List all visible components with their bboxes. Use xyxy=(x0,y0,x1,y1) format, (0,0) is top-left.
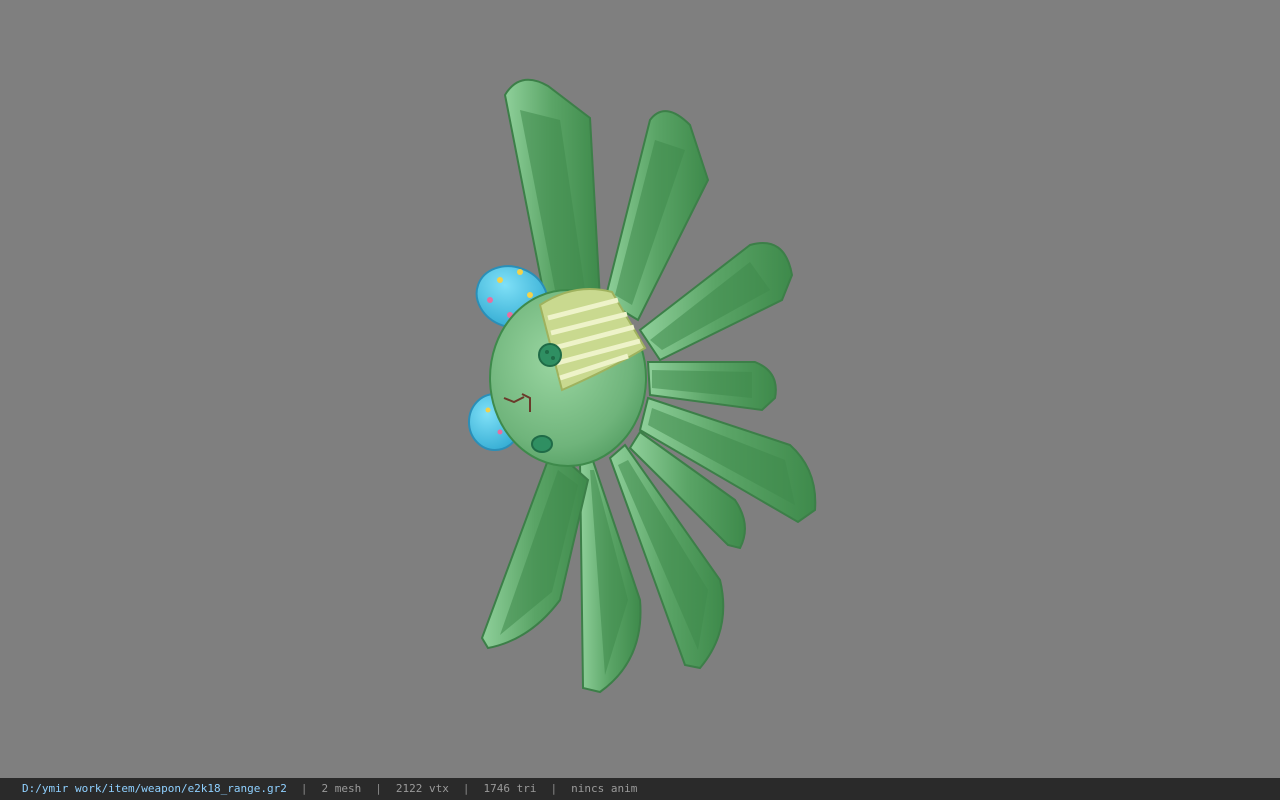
button-eye-bottom xyxy=(531,435,553,453)
file-path: D:/ymir work/item/weapon/e2k18_range.gr2 xyxy=(22,782,287,795)
mesh-count: 2 mesh xyxy=(321,782,362,795)
vertex-count: 2122 vtx xyxy=(395,782,449,795)
3d-viewport[interactable] xyxy=(0,0,1280,778)
separator: | xyxy=(375,782,382,795)
triangle-count: 1746 tri xyxy=(483,782,537,795)
status-bar: D:/ymir work/item/weapon/e2k18_range.gr2… xyxy=(0,778,1280,800)
separator: | xyxy=(550,782,558,795)
model-render xyxy=(468,78,817,694)
separator: | xyxy=(300,782,308,795)
button-eye-top xyxy=(538,343,562,367)
animation-status: nincs anim xyxy=(571,782,638,795)
separator: | xyxy=(462,782,470,795)
